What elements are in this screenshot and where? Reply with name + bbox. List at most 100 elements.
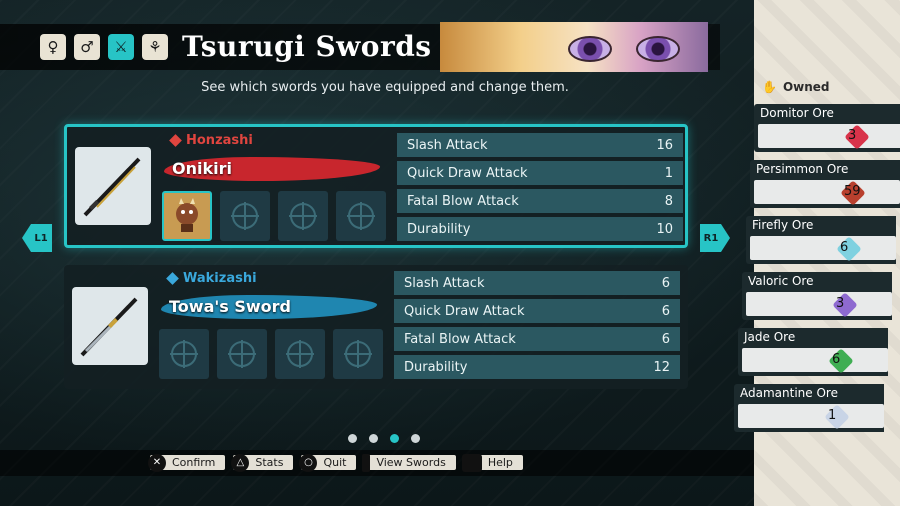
slot-empty[interactable] <box>220 191 270 241</box>
owned-label: Owned <box>782 80 830 94</box>
sword-type-label: Wakizashi <box>183 271 257 286</box>
page-dot[interactable] <box>411 434 420 443</box>
stat-row: Slash Attack 16 <box>397 133 683 157</box>
quit-prompt[interactable]: ○ Quit <box>299 453 357 472</box>
stat-label: Fatal Blow Attack <box>407 193 519 209</box>
view-swords-prompt[interactable]: View Swords <box>362 453 456 472</box>
ore-count-field: 3 <box>746 292 892 318</box>
slot-empty[interactable] <box>217 329 267 379</box>
sword-type: Honzashi <box>169 133 253 148</box>
sword-name-plate: Towa's Sword <box>161 293 377 321</box>
slot-empty[interactable] <box>278 191 328 241</box>
button-prompts: ✕ Confirm △ Stats ○ Quit View Swords Hel… <box>148 453 523 472</box>
cross-button-icon: ✕ <box>148 453 166 472</box>
ore-count: 1 <box>828 408 837 423</box>
stat-label: Slash Attack <box>407 137 488 153</box>
stat-label: Slash Attack <box>404 275 485 291</box>
confirm-label: Confirm <box>172 456 216 469</box>
page-title: Tsurugi Swords <box>182 30 432 63</box>
stat-label: Durability <box>407 221 471 237</box>
help-prompt[interactable]: Help <box>461 453 523 472</box>
diamond-icon <box>166 272 179 285</box>
stick-button-icon <box>362 453 371 472</box>
stat-value: 10 <box>656 221 673 237</box>
crest-icon <box>286 340 314 368</box>
ore-count: 6 <box>840 240 849 255</box>
paw-icon[interactable]: ⚘ <box>142 34 168 60</box>
crest-icon <box>228 340 256 368</box>
confirm-prompt[interactable]: ✕ Confirm <box>148 453 226 472</box>
ore-name: Persimmon Ore <box>756 162 849 176</box>
ore-name: Firefly Ore <box>752 218 814 232</box>
ore-slots <box>159 329 383 379</box>
stat-row: Fatal Blow Attack 6 <box>394 327 680 351</box>
ore-count-field: 59 <box>754 180 900 206</box>
sword-image <box>72 287 148 365</box>
menu-tabs: ♀ ♂ ⚔ ⚘ <box>40 34 168 60</box>
touchpad-button-icon <box>461 453 482 472</box>
help-label: Help <box>487 456 513 469</box>
figures-icon[interactable]: ♂ <box>74 34 100 60</box>
slot-empty[interactable] <box>159 329 209 379</box>
stats-prompt[interactable]: △ Stats <box>231 453 294 472</box>
ore-count: 6 <box>832 352 841 367</box>
stat-value: 12 <box>653 359 670 375</box>
slot-empty[interactable] <box>333 329 383 379</box>
page-subtitle: See which swords you have equipped and c… <box>201 80 569 95</box>
page-dot[interactable] <box>348 434 357 443</box>
page-dot[interactable] <box>369 434 378 443</box>
sword-card-honzashi[interactable]: Honzashi Onikiri Slash Attack 16 Quick Dr… <box>64 124 688 248</box>
ore-count: 3 <box>848 128 857 143</box>
crest-icon <box>289 202 317 230</box>
page-dot-active[interactable] <box>390 434 399 443</box>
sword-type-label: Honzashi <box>186 133 253 148</box>
crest-icon <box>170 340 198 368</box>
sword-stats: Slash Attack 16 Quick Draw Attack 1 Fatal … <box>397 133 683 245</box>
ore-slots <box>162 191 386 241</box>
sword-image <box>75 147 151 225</box>
swords-icon[interactable]: ⚔ <box>108 34 134 60</box>
stat-label: Fatal Blow Attack <box>404 331 516 347</box>
sword-type: Wakizashi <box>166 271 257 286</box>
ore-item[interactable]: Persimmon Ore 59 <box>750 160 900 208</box>
ore-name: Domitor Ore <box>760 106 834 120</box>
ore-count: 59 <box>844 184 861 199</box>
sword-stats: Slash Attack 6 Quick Draw Attack 6 Fatal B… <box>394 271 680 383</box>
stat-value: 6 <box>661 275 670 291</box>
portrait-eye-right <box>636 36 680 62</box>
ore-item[interactable]: Adamantine Ore 1 <box>734 384 884 432</box>
stat-label: Quick Draw Attack <box>407 165 528 181</box>
stat-row: Quick Draw Attack 6 <box>394 299 680 323</box>
stat-value: 16 <box>656 137 673 153</box>
ore-item[interactable]: Domitor Ore 3 <box>754 104 900 152</box>
stat-row: Durability 12 <box>394 355 680 379</box>
stat-value: 8 <box>664 193 673 209</box>
stat-row: Fatal Blow Attack 8 <box>397 189 683 213</box>
figure-icon[interactable]: ♀ <box>40 34 66 60</box>
ore-item[interactable]: Firefly Ore 6 <box>746 216 896 264</box>
ore-count-field: 6 <box>742 348 888 374</box>
stats-label: Stats <box>255 456 284 469</box>
pagination-dots <box>348 434 420 443</box>
ore-item[interactable]: Jade Ore 6 <box>738 328 888 376</box>
crest-icon <box>231 202 259 230</box>
owned-heading: ✋ Owned <box>762 80 830 94</box>
ore-count-field: 1 <box>738 404 884 430</box>
circle-button-icon: ○ <box>299 453 318 472</box>
ore-count-field: 6 <box>750 236 896 262</box>
slot-filled-oni-icon[interactable] <box>162 191 212 241</box>
stat-value: 1 <box>664 165 673 181</box>
stat-value: 6 <box>661 303 670 319</box>
stat-row: Quick Draw Attack 1 <box>397 161 683 185</box>
character-portrait-banner <box>440 22 708 72</box>
quit-label: Quit <box>323 456 347 469</box>
slot-empty[interactable] <box>275 329 325 379</box>
slot-empty[interactable] <box>336 191 386 241</box>
ore-count-field: 3 <box>758 124 900 150</box>
sword-card-wakizashi[interactable]: Wakizashi Towa's Sword Slash Attack 6 Qui… <box>64 265 688 389</box>
stat-value: 6 <box>661 331 670 347</box>
diamond-icon <box>169 134 182 147</box>
ore-item[interactable]: Valoric Ore 3 <box>742 272 892 320</box>
crest-icon <box>347 202 375 230</box>
view-swords-label: View Swords <box>376 456 446 469</box>
